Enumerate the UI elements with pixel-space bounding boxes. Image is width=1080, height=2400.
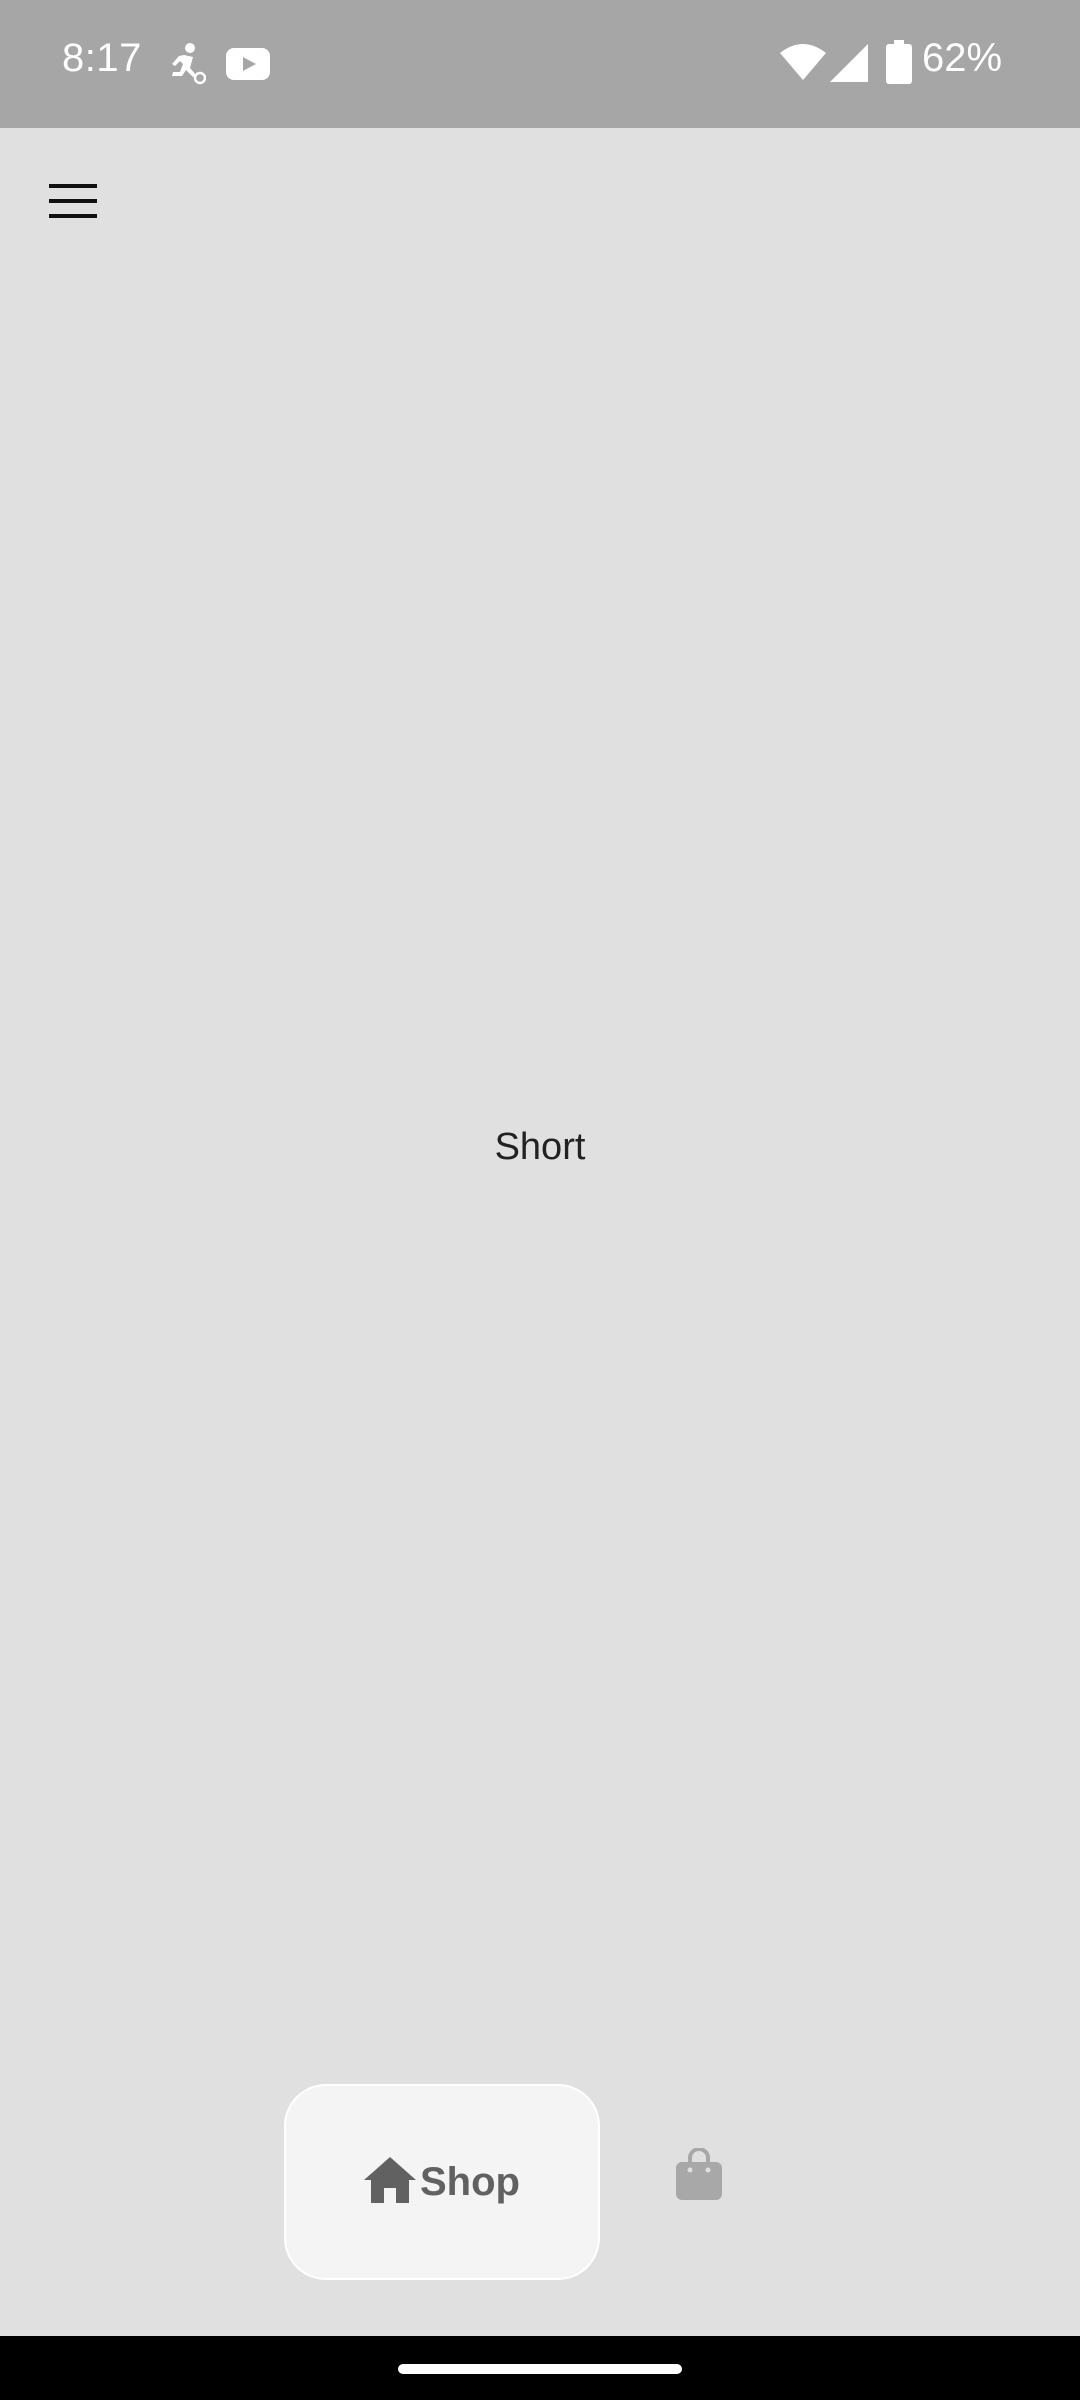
cellular-signal-icon bbox=[830, 44, 868, 87]
tab-shop[interactable]: Shop bbox=[284, 2084, 600, 2280]
shopping-bag-icon bbox=[676, 2146, 722, 2205]
menu-button[interactable] bbox=[40, 170, 106, 236]
home-icon bbox=[364, 2156, 416, 2208]
status-time: 8:17 bbox=[62, 36, 142, 80]
youtube-icon bbox=[226, 48, 270, 85]
status-bar: 8:17 62% bbox=[0, 0, 1080, 128]
battery-percentage: 62% bbox=[922, 36, 1003, 80]
app-screen: 8:17 62% Short Shop bbox=[0, 0, 1080, 2400]
wifi-icon bbox=[780, 44, 826, 85]
system-navigation-bar bbox=[0, 2336, 1080, 2400]
running-person-icon bbox=[166, 42, 207, 91]
hamburger-menu-icon bbox=[49, 183, 97, 223]
tab-shop-label: Shop bbox=[420, 2159, 520, 2204]
content-text: Short bbox=[494, 1126, 586, 1168]
tab-bag[interactable] bbox=[664, 2136, 734, 2216]
gesture-handle[interactable] bbox=[398, 2364, 682, 2374]
battery-icon bbox=[886, 40, 912, 89]
bottom-navigation: Shop bbox=[0, 2080, 1080, 2280]
